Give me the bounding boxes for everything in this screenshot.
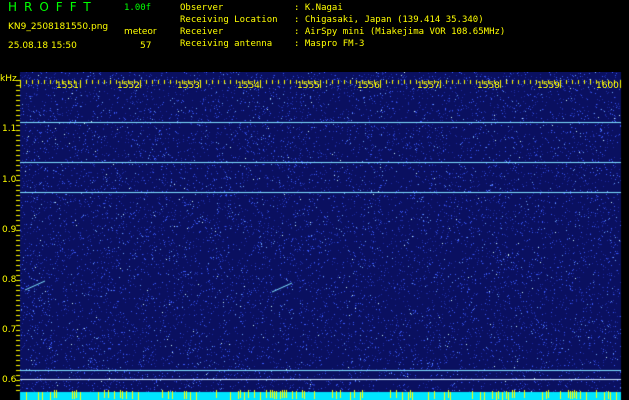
x-tick-label: 1555	[297, 81, 320, 91]
info-observer: Observer : K.Nagai	[180, 3, 343, 14]
y-tick-label: 1.1	[2, 124, 17, 134]
info-location: Receiving Location : Chigasaki, Japan (13…	[180, 15, 484, 26]
info-antenna: Receiving antenna : Maspro FM-3	[180, 39, 364, 50]
y-tick-label: 0.9	[2, 225, 17, 235]
x-tick-label: 1551	[56, 81, 79, 91]
x-tick-label: 1557	[417, 81, 440, 91]
info-receiver: Receiver : AirSpy mini (Miakejima VOR 108…	[180, 27, 505, 38]
version-label: 1.00f	[124, 3, 152, 13]
x-tick-label: 1556	[357, 81, 380, 91]
y-tick-label: 0.6	[2, 375, 17, 385]
y-unit-label: kHz	[0, 74, 17, 84]
x-tick-label: 1554	[237, 81, 260, 91]
count-label: 57	[140, 41, 152, 51]
info-value: : Chigasaki, Japan (139.414 35.340)	[294, 15, 484, 25]
x-tick-label: 1559	[537, 81, 560, 91]
info-key: Receiving Location	[180, 15, 278, 25]
info-key: Receiving antenna	[180, 39, 273, 49]
info-value: : Maspro FM-3	[294, 39, 365, 49]
spectrogram-canvas	[0, 72, 629, 400]
x-tick-label: 1553	[177, 81, 200, 91]
y-tick-label: 1.0	[2, 175, 17, 185]
info-key: Receiver	[180, 27, 224, 37]
y-tick-label: 0.7	[2, 325, 17, 335]
y-tick-label: 0.8	[2, 275, 17, 285]
x-tick-label: 1552	[117, 81, 140, 91]
datetime-label: 25.08.18 15:50	[8, 41, 77, 51]
app-title: HROFFT	[8, 0, 98, 14]
x-tick-label: 1558	[477, 81, 500, 91]
info-value: : K.Nagai	[294, 3, 343, 13]
x-tick-label: 1600	[596, 81, 619, 91]
filename-label: KN9_2508181550.png	[8, 22, 109, 32]
info-value: : AirSpy mini (Miakejima VOR 108.65MHz)	[294, 27, 506, 37]
info-key: Observer	[180, 3, 224, 13]
mode-label: meteor	[124, 27, 157, 37]
